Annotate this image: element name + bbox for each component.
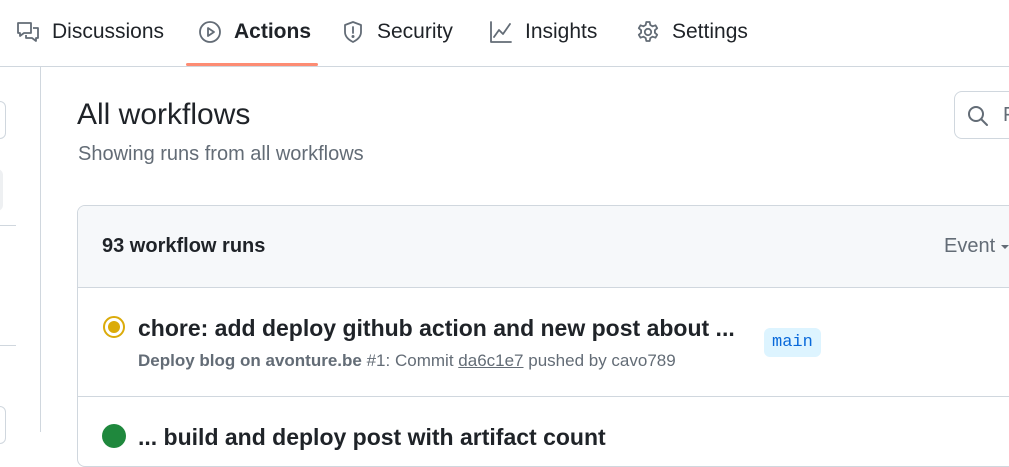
sidebar-divider <box>0 225 16 226</box>
graph-icon <box>490 21 512 43</box>
workflow-run-row[interactable]: ... build and deploy post with artifact … <box>78 397 1009 466</box>
shield-icon <box>344 21 362 43</box>
tab-settings[interactable]: Settings <box>636 14 748 50</box>
page-title: All workflows <box>77 98 251 131</box>
run-number: #1 <box>366 351 386 370</box>
in-progress-icon <box>103 316 125 338</box>
tab-label: Actions <box>234 20 312 43</box>
sidebar-button[interactable] <box>0 406 6 444</box>
search-icon <box>968 106 988 126</box>
run-title-link[interactable]: chore: add deploy github action and new … <box>138 315 735 342</box>
repo-nav: Discussions Actions Security Insights Se… <box>0 0 1009 67</box>
sidebar-item-selected[interactable] <box>0 169 3 211</box>
tab-label: Discussions <box>52 20 165 43</box>
run-title-link[interactable]: ... build and deploy post with artifact … <box>138 424 606 451</box>
tab-label: Settings <box>672 20 748 43</box>
sidebar-border <box>40 67 41 432</box>
caret-down-icon <box>1001 244 1009 249</box>
sidebar-button[interactable] <box>0 101 6 139</box>
success-icon <box>102 424 126 448</box>
search-placeholder: F <box>1003 104 1009 127</box>
tab-label: Security <box>377 20 453 43</box>
pushed-by: pushed by cavo789 <box>528 351 676 370</box>
tab-discussions[interactable]: Discussions <box>16 14 164 50</box>
tab-insights[interactable]: Insights <box>489 14 597 50</box>
commit-sha-link[interactable]: da6c1e7 <box>458 351 523 370</box>
gear-icon <box>637 21 659 42</box>
workflow-run-row[interactable]: chore: add deploy github action and new … <box>78 288 1009 397</box>
runs-header: 93 workflow runs Event <box>78 206 1009 288</box>
event-filter-button[interactable]: Event <box>944 235 1009 258</box>
workflow-name: Deploy blog on avonture.be <box>138 351 362 370</box>
discussions-icon <box>17 22 39 42</box>
sidebar-divider <box>0 345 16 346</box>
runs-count: 93 workflow runs <box>102 235 266 257</box>
search-input[interactable]: F <box>954 91 1009 139</box>
page-subtitle: Showing runs from all workflows <box>78 143 364 165</box>
workflow-runs-list: 93 workflow runs Event chore: add deploy… <box>77 205 1009 467</box>
commit-prefix: Commit <box>394 351 454 370</box>
tab-security[interactable]: Security <box>341 14 453 50</box>
run-meta: Deploy blog on avonture.be #1: Commit da… <box>138 351 676 370</box>
tab-actions[interactable]: Actions <box>198 14 311 50</box>
play-icon <box>199 21 221 43</box>
tab-label: Insights <box>525 20 598 43</box>
event-filter-label: Event <box>944 235 996 257</box>
branch-badge[interactable]: main <box>764 328 821 357</box>
active-tab-indicator <box>186 63 318 66</box>
